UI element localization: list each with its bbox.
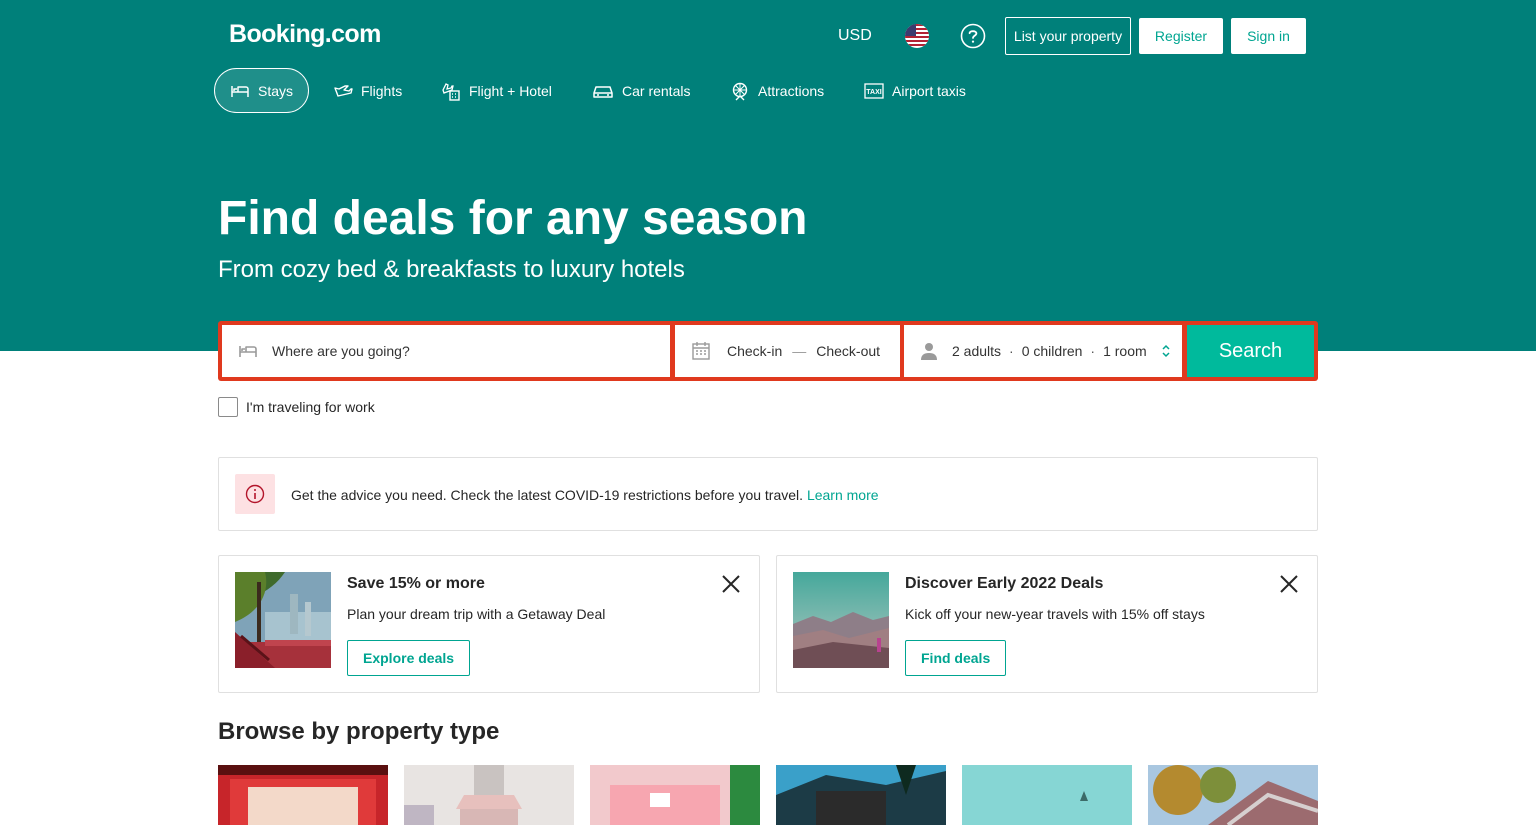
tab-car-rentals[interactable]: Car rentals — [592, 68, 690, 113]
search-button[interactable]: Search — [1187, 325, 1314, 377]
calendar-icon — [692, 342, 710, 360]
tab-flight-hotel[interactable]: Flight + Hotel — [441, 68, 552, 113]
tab-stays[interactable]: Stays — [214, 68, 309, 113]
us-flag-icon[interactable] — [905, 24, 929, 48]
booking-logo[interactable]: Booking.com — [229, 20, 381, 49]
taxi-icon: TAXI — [864, 82, 884, 99]
car-icon — [593, 85, 613, 98]
info-circle-icon — [235, 474, 275, 514]
promo-description: Plan your dream trip with a Getaway Deal — [347, 606, 606, 622]
attractions-icon — [732, 82, 748, 100]
promo-image — [235, 572, 331, 668]
destination-input[interactable] — [272, 343, 642, 359]
property-type-card[interactable] — [404, 765, 574, 825]
tab-airport-taxis-label: Airport taxis — [892, 82, 966, 99]
promo-card: Save 15% or more Plan your dream trip wi… — [218, 555, 760, 693]
tab-airport-taxis[interactable]: TAXI Airport taxis — [864, 68, 966, 113]
hero-title: Find deals for any season — [218, 192, 808, 245]
close-icon[interactable] — [721, 574, 741, 594]
tab-flight-hotel-label: Flight + Hotel — [469, 82, 552, 99]
svg-text:TAXI: TAXI — [866, 89, 881, 96]
promo-title: Save 15% or more — [347, 575, 485, 592]
work-travel-checkbox[interactable] — [218, 397, 238, 417]
sign-in-button[interactable]: Sign in — [1231, 18, 1306, 54]
covid-message-text: Get the advice you need. Check the lates… — [291, 487, 804, 503]
browse-section-title: Browse by property type — [218, 718, 500, 745]
separator-dot: · — [1090, 343, 1096, 359]
tab-flights-label: Flights — [361, 82, 403, 99]
check-in-label: Check-in — [727, 343, 783, 359]
search-bar: Check-in — Check-out 2 adults · 0 childr… — [218, 321, 1318, 381]
explore-deals-button[interactable]: Explore deals — [347, 640, 471, 676]
hero-subtitle: From cozy bed & breakfasts to luxury hot… — [218, 256, 685, 283]
learn-more-link[interactable]: Learn more — [807, 487, 879, 503]
property-type-card[interactable] — [218, 765, 388, 825]
promo-title: Discover Early 2022 Deals — [905, 575, 1104, 592]
guests-field[interactable]: 2 adults · 0 children · 1 room — [904, 325, 1182, 377]
register-button[interactable]: Register — [1139, 18, 1223, 54]
property-type-card[interactable] — [776, 765, 946, 825]
tab-stays-label: Stays — [257, 82, 293, 99]
tab-car-rentals-label: Car rentals — [622, 82, 691, 99]
property-type-card[interactable] — [962, 765, 1132, 825]
covid-notice: Get the advice you need. Check the lates… — [218, 457, 1318, 531]
date-field[interactable]: Check-in — Check-out — [675, 325, 900, 377]
promo-image — [793, 572, 889, 668]
bed-icon — [231, 85, 249, 97]
updown-chevron-icon — [1162, 344, 1170, 358]
property-type-card[interactable] — [590, 765, 760, 825]
promo-card: Discover Early 2022 Deals Kick off your … — [776, 555, 1318, 693]
plane-icon — [334, 84, 353, 97]
separator-dot: · — [1009, 343, 1014, 359]
property-type-card[interactable] — [1148, 765, 1318, 825]
date-separator: — — [792, 343, 807, 359]
tab-attractions-label: Attractions — [758, 82, 825, 99]
flight-hotel-icon — [442, 82, 460, 101]
tab-flights[interactable]: Flights — [333, 68, 402, 113]
destination-field[interactable] — [222, 325, 670, 377]
question-circle-icon[interactable] — [960, 23, 986, 49]
work-travel-option[interactable]: I'm traveling for work — [218, 397, 375, 417]
close-icon[interactable] — [1279, 574, 1299, 594]
work-travel-label: I'm traveling for work — [246, 399, 375, 415]
person-icon — [921, 343, 937, 360]
tab-attractions[interactable]: Attractions — [730, 68, 824, 113]
find-deals-button[interactable]: Find deals — [905, 640, 1007, 676]
adults-count: 2 adults — [952, 343, 1002, 359]
rooms-count: 1 room — [1103, 343, 1147, 359]
promo-description: Kick off your new-year travels with 15% … — [905, 606, 1205, 622]
list-property-button[interactable]: List your property — [1005, 17, 1131, 55]
children-count: 0 children — [1021, 343, 1083, 359]
covid-message: Get the advice you need. Check the lates… — [291, 487, 879, 503]
check-out-label: Check-out — [816, 343, 881, 359]
bed-icon — [239, 346, 257, 357]
currency-selector[interactable]: USD — [838, 27, 872, 45]
